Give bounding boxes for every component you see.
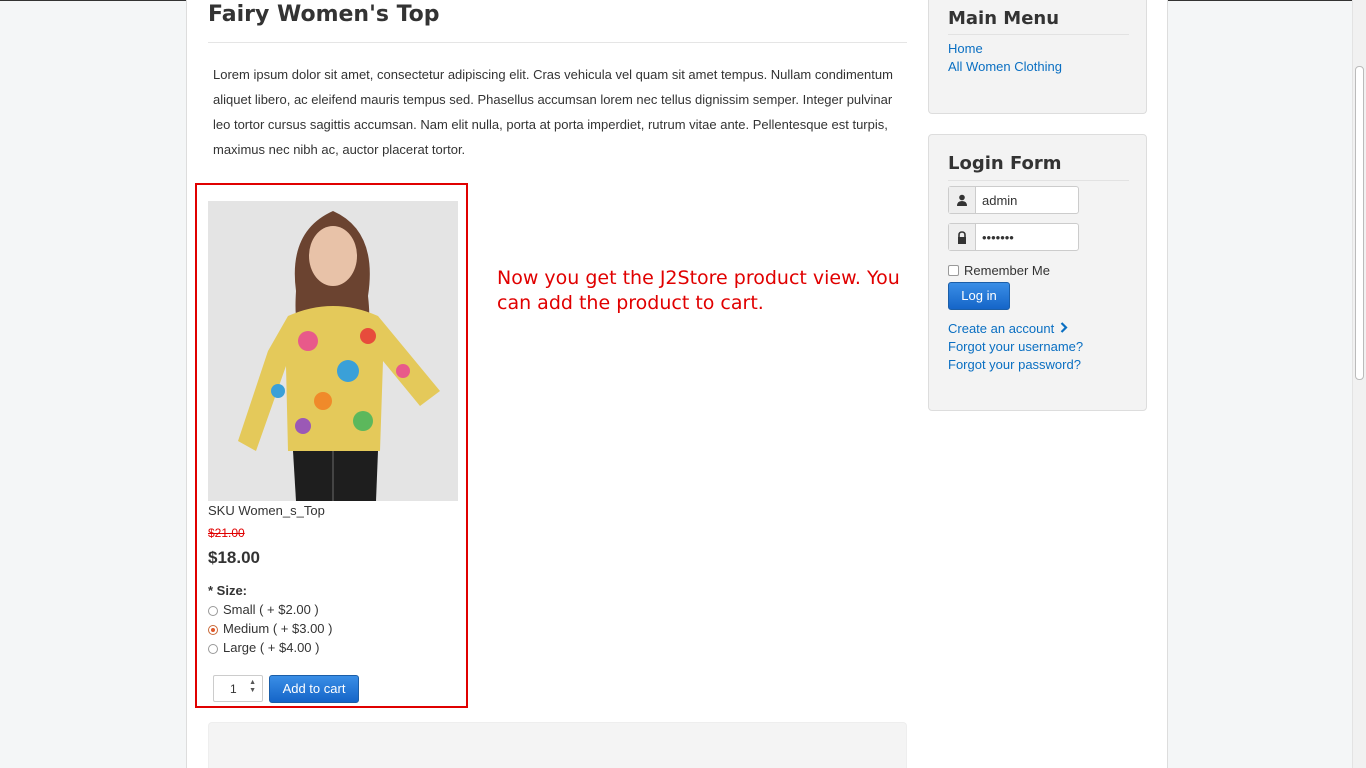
size-option-medium-label: Medium ( + $3.00 ) [223,621,333,636]
product-description: Lorem ipsum dolor sit amet, consectetur … [213,67,893,157]
spinner-arrows-icon[interactable]: ▲ ▼ [249,679,256,695]
create-account-label: Create an account [948,321,1055,336]
radio-large[interactable] [208,644,218,654]
page-container: Fairy Women's Top Lorem ipsum dolor sit … [186,0,1168,768]
size-option-large-label: Large ( + $4.00 ) [223,640,320,655]
size-option-medium[interactable]: Medium ( + $3.00 ) [208,621,332,637]
quantity-stepper[interactable]: 1 ▲ ▼ [213,675,263,702]
user-icon [949,187,976,213]
add-to-cart-button[interactable]: Add to cart [269,675,359,703]
login-form-module: Login Form admin ••••••• Remember Me Log… [928,134,1147,411]
username-value: admin [982,193,1018,208]
product-photo-illustration [208,201,458,501]
size-option-small-label: Small ( + $2.00 ) [223,602,319,617]
tutorial-annotation: Now you get the J2Store product view. Yo… [497,267,900,314]
bottom-panel [208,722,907,768]
vertical-scrollbar[interactable] [1352,0,1366,768]
radio-small[interactable] [208,606,218,616]
size-option-large[interactable]: Large ( + $4.00 ) [208,640,319,656]
lock-icon [949,224,976,250]
menu-item-all-women-clothing[interactable]: All Women Clothing [948,58,1062,76]
main-menu-module: Main Menu Home All Women Clothing [928,0,1147,114]
password-value: ••••••• [982,230,1014,245]
size-option-label: * Size: [208,583,248,598]
main-menu-title: Main Menu [948,8,1060,29]
size-option-small[interactable]: Small ( + $2.00 ) [208,602,319,618]
old-price: $21.00 [208,526,245,540]
product-image[interactable] [208,201,458,501]
remember-me-checkbox[interactable] [948,265,959,276]
forgot-password-link[interactable]: Forgot your password? [948,356,1081,374]
menu-item-home[interactable]: Home [948,40,983,58]
product-sku: SKU Women_s_Top [208,503,325,518]
quantity-value: 1 [230,682,237,696]
password-field[interactable]: ••••••• [948,223,1079,251]
chevron-right-icon [1060,320,1068,338]
scrollbar-thumb[interactable] [1355,66,1364,380]
username-field[interactable]: admin [948,186,1079,214]
login-form-title: Login Form [948,153,1062,174]
remember-me-label: Remember Me [964,263,1050,278]
sale-price: $18.00 [208,548,260,567]
create-account-link[interactable]: Create an account [948,320,1068,338]
forgot-username-link[interactable]: Forgot your username? [948,338,1083,356]
title-divider [208,42,907,43]
main-menu-divider [948,34,1129,35]
login-button[interactable]: Log in [948,282,1010,310]
radio-medium[interactable] [208,625,218,635]
page-title: Fairy Women's Top [208,2,440,27]
remember-me[interactable]: Remember Me [948,263,1050,278]
login-form-divider [948,180,1129,181]
